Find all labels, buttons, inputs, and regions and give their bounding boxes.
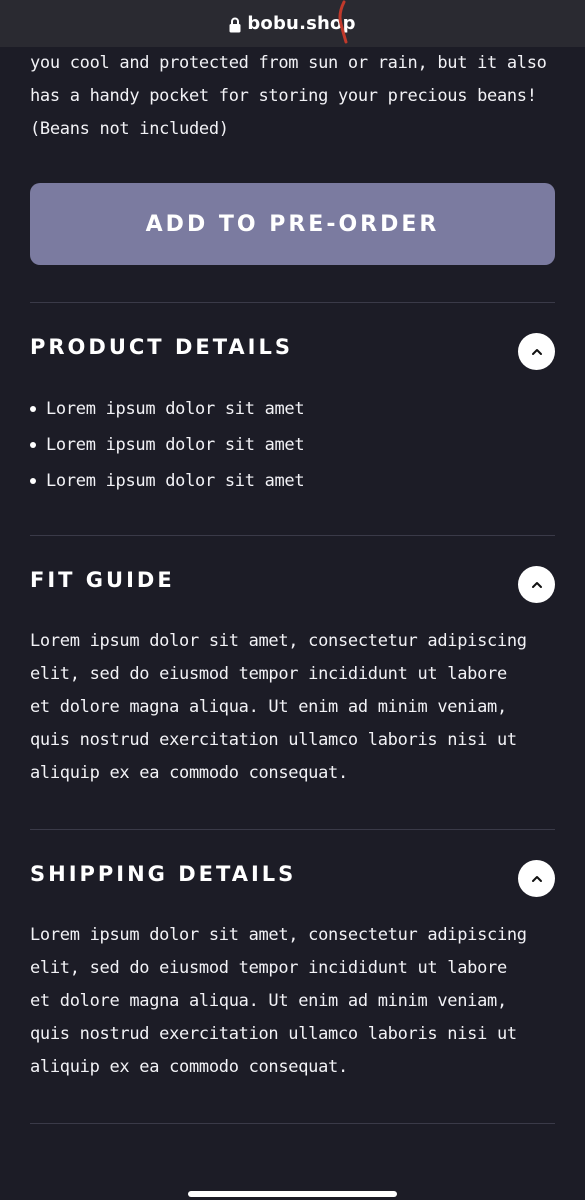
lock-icon (229, 17, 241, 33)
divider (30, 302, 555, 303)
shipping-details-title: SHIPPING DETAILS (30, 862, 297, 886)
list-item: Lorem ipsum dolor sit amet (30, 391, 305, 427)
cursor-mark (338, 0, 348, 44)
divider (30, 1123, 555, 1124)
list-item: Lorem ipsum dolor sit amet (30, 463, 305, 499)
bullet-icon (30, 406, 36, 412)
shipping-details-body: Lorem ipsum dolor sit amet, consectetur … (30, 925, 527, 1077)
chevron-up-icon (531, 875, 542, 882)
browser-address-bar[interactable]: bobu.shop (0, 0, 585, 47)
chevron-up-icon (531, 348, 542, 355)
product-description: you cool and protected from sun or rain,… (30, 53, 547, 139)
divider (30, 535, 555, 536)
fit-guide-title: FIT GUIDE (30, 568, 175, 592)
add-to-preorder-button[interactable]: ADD TO PRE-ORDER (30, 183, 555, 265)
shipping-details-toggle[interactable] (518, 860, 555, 897)
bullet-icon (30, 478, 36, 484)
product-details-toggle[interactable] (518, 333, 555, 370)
product-details-title: PRODUCT DETAILS (30, 335, 293, 359)
fit-guide-toggle[interactable] (518, 566, 555, 603)
bullet-icon (30, 442, 36, 448)
product-info: you cool and protected from sun or rain,… (30, 47, 555, 1124)
list-item: Lorem ipsum dolor sit amet (30, 427, 305, 463)
fit-guide-body: Lorem ipsum dolor sit amet, consectetur … (30, 631, 527, 783)
chevron-up-icon (531, 581, 542, 588)
product-details-list: Lorem ipsum dolor sit amet Lorem ipsum d… (30, 391, 305, 499)
home-indicator[interactable] (188, 1191, 397, 1197)
divider (30, 829, 555, 830)
